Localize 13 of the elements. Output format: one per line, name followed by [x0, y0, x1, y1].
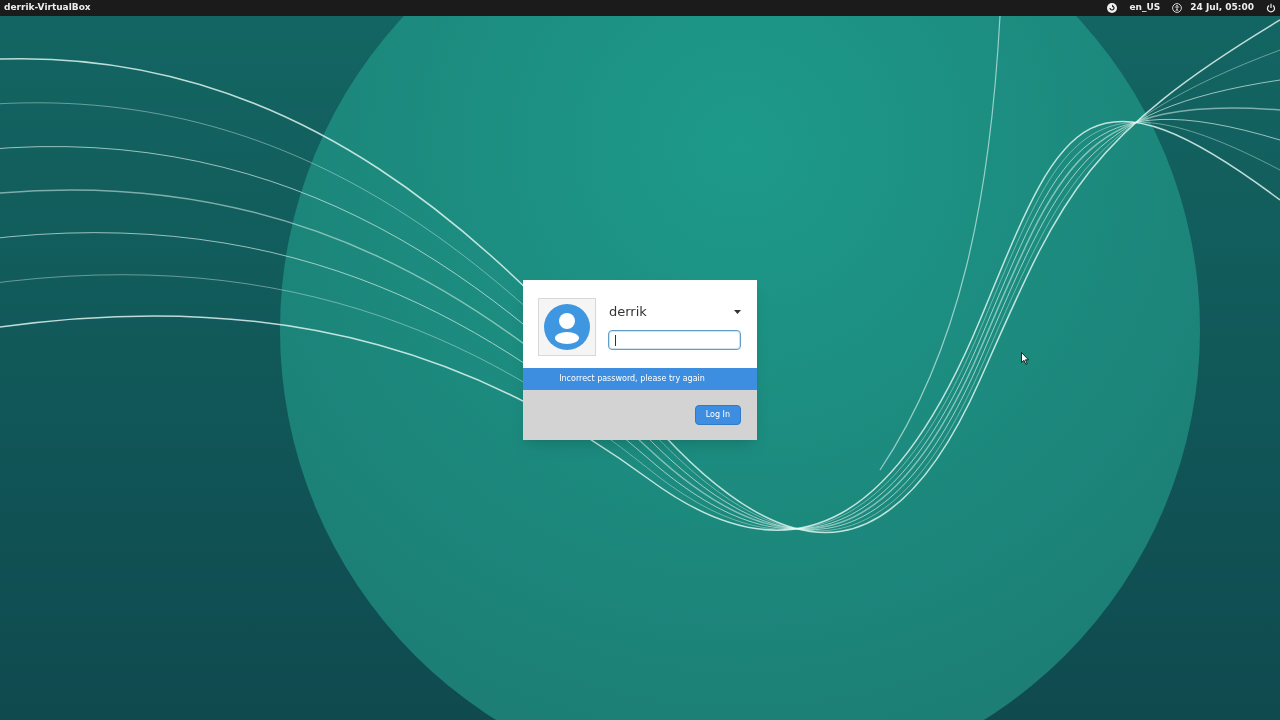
- password-field[interactable]: [608, 330, 741, 350]
- hostname: derrik-VirtualBox: [4, 1, 91, 15]
- date-time[interactable]: 24 Jul, 05:00: [1190, 1, 1254, 15]
- error-message: Incorrect password, please try again: [559, 373, 705, 385]
- keyboard-layout[interactable]: en_US: [1129, 1, 1161, 15]
- mouse-pointer-icon: [1021, 352, 1029, 365]
- dropdown-caret-icon: [734, 310, 741, 314]
- power-icon[interactable]: [1266, 3, 1276, 13]
- user-avatar-icon: [544, 304, 590, 350]
- user-selector[interactable]: derrik: [608, 300, 741, 324]
- accessibility-icon[interactable]: [1172, 3, 1183, 13]
- text-caret: [615, 334, 616, 346]
- refresh-icon[interactable]: [1107, 3, 1118, 13]
